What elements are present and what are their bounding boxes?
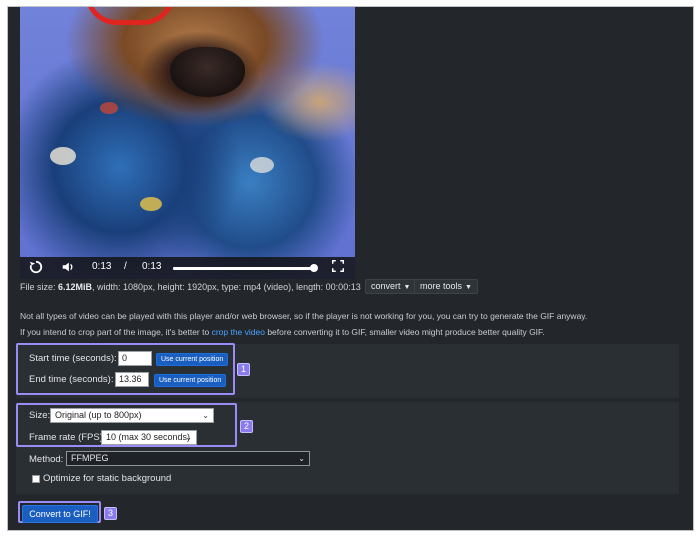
convert-menu-button[interactable]: convert ▼: [365, 279, 417, 294]
video-frame: [20, 7, 355, 279]
video-frame-detail: [50, 147, 76, 165]
current-time: 0:13: [92, 261, 112, 272]
file-info: File size: 6.12MiB, width: 1080px, heigh…: [20, 282, 361, 292]
seek-bar-handle[interactable]: [309, 264, 318, 272]
crop-video-link[interactable]: crop the video: [212, 327, 265, 337]
optimize-static-background-label: Optimize for static background: [43, 473, 172, 484]
chevron-down-icon: ⌄: [202, 411, 209, 420]
video-frame-detail: [250, 157, 274, 173]
replay-icon[interactable]: [28, 260, 44, 276]
video-frame-detail: [170, 47, 245, 97]
compatibility-note: Not all types of video can be played wit…: [20, 311, 588, 321]
optimize-static-background-checkbox[interactable]: [32, 475, 40, 483]
seek-bar-fill: [173, 267, 314, 270]
end-time-label: End time (seconds):: [29, 374, 114, 385]
file-info-prefix: File size:: [20, 282, 59, 292]
size-select-value: Original (up to 800px): [55, 410, 142, 420]
converter-panel: 0:13 / 0:13 File size: 6.12MiB, width: 1…: [7, 6, 694, 531]
caret-down-icon: ▼: [465, 284, 472, 291]
method-select-value: FFMPEG: [71, 453, 109, 463]
seek-bar[interactable]: [173, 264, 318, 272]
crop-note: If you intend to crop part of the image,…: [20, 327, 545, 337]
video-player[interactable]: 0:13 / 0:13: [20, 7, 355, 279]
fullscreen-icon[interactable]: [330, 260, 346, 276]
more-tools-menu-button[interactable]: more tools ▼: [414, 279, 478, 294]
end-time-input[interactable]: 13.36: [115, 372, 149, 387]
frame-rate-select-value: 10 (max 30 seconds): [106, 432, 191, 442]
size-select[interactable]: Original (up to 800px) ⌄: [50, 408, 214, 423]
start-time-label: Start time (seconds):: [29, 353, 117, 364]
size-label: Size:: [29, 410, 51, 421]
use-current-position-start-button[interactable]: Use current position: [156, 353, 229, 366]
volume-icon[interactable]: [60, 260, 76, 276]
file-size: 6.12MiB: [58, 282, 93, 292]
more-tools-menu-label: more tools: [420, 281, 463, 291]
method-select[interactable]: FFMPEG ⌄: [66, 451, 310, 466]
crop-note-text: before converting it to GIF, smaller vid…: [264, 327, 545, 337]
start-time-input[interactable]: 0: [118, 351, 152, 366]
video-frame-detail: [140, 197, 162, 211]
chevron-down-icon: ⌄: [185, 433, 192, 442]
frame-rate-select[interactable]: 10 (max 30 seconds) ⌄: [101, 430, 197, 445]
video-controls: 0:13 / 0:13: [20, 257, 355, 279]
duration: 0:13: [142, 261, 162, 272]
convert-to-gif-button[interactable]: Convert to GIF!: [22, 505, 98, 523]
step-badge-3: 3: [104, 507, 117, 520]
file-details: , width: 1080px, height: 1920px, type: m…: [92, 282, 361, 292]
step-badge-2: 2: [240, 420, 253, 433]
frame-rate-label: Frame rate (FPS):: [29, 432, 106, 443]
video-frame-detail: [100, 102, 118, 114]
method-label: Method:: [29, 454, 64, 465]
crop-note-text: If you intend to crop part of the image,…: [20, 327, 212, 337]
caret-down-icon: ▼: [403, 284, 411, 291]
chevron-down-icon: ⌄: [298, 454, 305, 463]
use-current-position-end-button[interactable]: Use current position: [154, 374, 227, 387]
step-badge-1: 1: [237, 363, 250, 376]
convert-menu-label: convert: [371, 281, 401, 291]
time-separator: /: [124, 261, 127, 272]
